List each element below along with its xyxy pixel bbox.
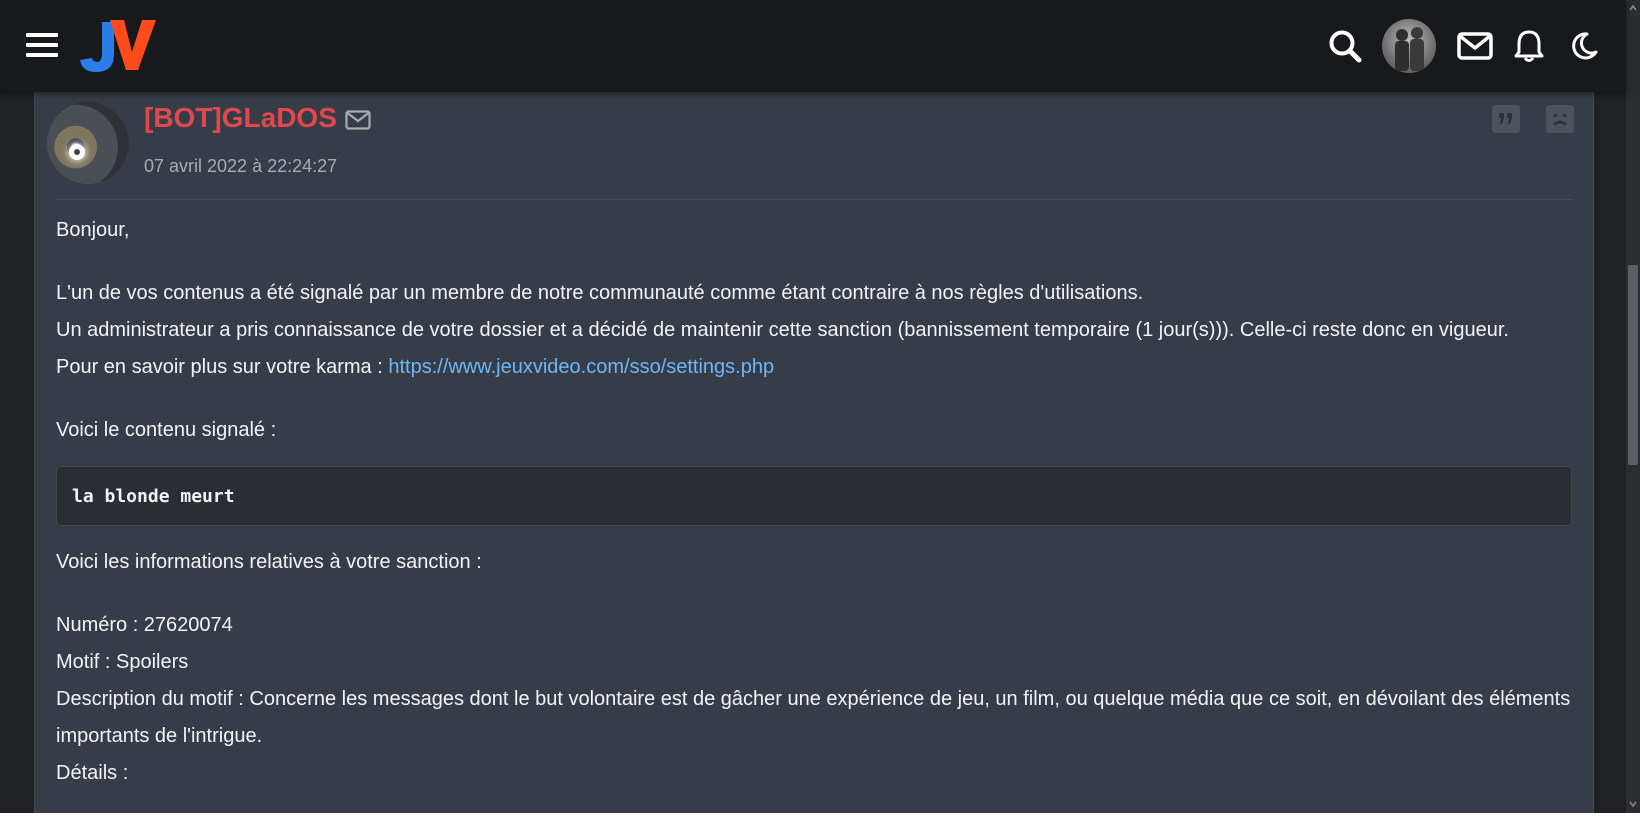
karma-line: Pour en savoir plus sur votre karma : ht… — [56, 349, 1576, 386]
scrollbar[interactable] — [1626, 0, 1640, 813]
jv-logo[interactable] — [80, 18, 156, 74]
viewport: [BOT]GLaDOS 07 avril 2022 à 22:24:27 Bon — [0, 0, 1640, 813]
reported-intro: Voici le contenu signalé : — [56, 419, 277, 441]
greeting-text: Bonjour, — [56, 219, 130, 241]
sad-face-icon[interactable] — [1546, 105, 1574, 133]
search-icon[interactable] — [1326, 0, 1364, 92]
private-message-icon[interactable] — [345, 110, 371, 135]
sanction-motif: Motif : Spoilers — [56, 651, 189, 673]
sanction-details: Détails : — [56, 762, 129, 784]
report-paragraph: L'un de vos contenus a été signalé par u… — [56, 282, 1144, 304]
admin-paragraph: Un administrateur a pris connaissance de… — [56, 319, 1509, 341]
quote-icon[interactable] — [1492, 105, 1520, 133]
karma-link[interactable]: https://www.jeuxvideo.com/sso/settings.p… — [388, 356, 774, 378]
scroll-up-icon[interactable] — [1629, 4, 1637, 12]
moon-icon[interactable] — [1568, 0, 1600, 92]
sanction-intro: Voici les informations relatives à votre… — [56, 551, 482, 573]
scroll-down-icon[interactable] — [1629, 800, 1637, 808]
forum-post: [BOT]GLaDOS 07 avril 2022 à 22:24:27 Bon — [34, 92, 1594, 813]
sanction-number: Numéro : 27620074 — [56, 614, 233, 636]
author-avatar[interactable] — [47, 102, 129, 184]
reported-content-block: la blonde meurt — [56, 466, 1572, 526]
author-name[interactable]: [BOT]GLaDOS — [144, 102, 337, 134]
header-divider — [55, 199, 1573, 200]
reported-content-text: la blonde meurt — [72, 485, 235, 507]
hamburger-icon[interactable] — [26, 33, 58, 57]
bell-icon[interactable] — [1512, 0, 1546, 92]
mail-icon[interactable] — [1456, 0, 1494, 92]
sanction-description: Description du motif : Concerne les mess… — [56, 688, 1571, 747]
user-avatar[interactable] — [1382, 19, 1436, 73]
scroll-thumb[interactable] — [1628, 265, 1638, 465]
top-navigation-bar — [0, 0, 1626, 92]
karma-prefix: Pour en savoir plus sur votre karma : — [56, 356, 389, 378]
post-date[interactable]: 07 avril 2022 à 22:24:27 — [144, 156, 337, 177]
post-content: Bonjour, L'un de vos contenus a été sign… — [56, 212, 1576, 792]
